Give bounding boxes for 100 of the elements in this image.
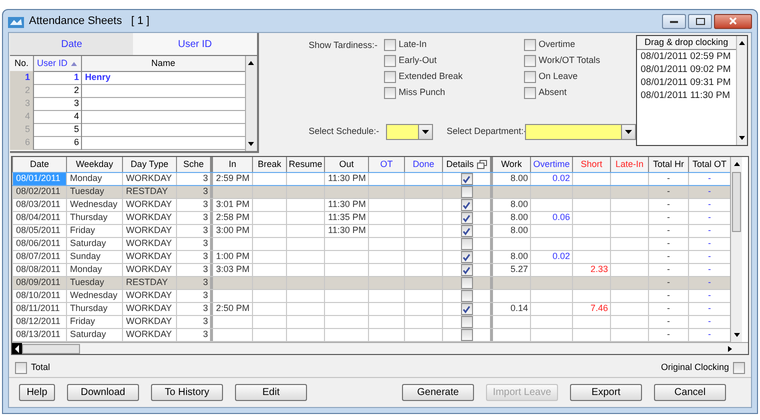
scroll-down-icon[interactable] bbox=[247, 140, 256, 148]
close-button[interactable] bbox=[714, 14, 752, 28]
table-cell: 3:01 PM bbox=[216, 199, 250, 211]
scroll-up-icon[interactable] bbox=[732, 160, 740, 168]
clocking-header[interactable]: Drag & drop clocking bbox=[636, 36, 736, 50]
scroll-down-icon[interactable] bbox=[738, 134, 746, 142]
checkbox[interactable] bbox=[384, 71, 396, 83]
scrollbar[interactable] bbox=[244, 56, 257, 151]
table-cell: WORKDAY bbox=[126, 303, 172, 315]
table-cell: - bbox=[667, 186, 670, 198]
checkbox[interactable] bbox=[460, 303, 472, 315]
table-cell: 2.33 bbox=[590, 264, 608, 276]
dropdown[interactable] bbox=[386, 124, 433, 140]
checkbox[interactable] bbox=[524, 71, 536, 83]
checkbox[interactable] bbox=[524, 87, 536, 99]
dropdown[interactable] bbox=[524, 124, 636, 140]
scroll-up-icon[interactable] bbox=[738, 39, 746, 47]
sort-icon bbox=[70, 62, 77, 66]
table-cell: 3 bbox=[202, 316, 208, 328]
table-cell: Wednesday bbox=[70, 199, 118, 211]
scroll-left-icon[interactable] bbox=[14, 344, 20, 352]
maximize-button[interactable] bbox=[688, 14, 712, 28]
checkbox[interactable] bbox=[460, 277, 472, 289]
table-cell: WORKDAY bbox=[126, 225, 172, 237]
action-button[interactable]: Export bbox=[570, 384, 642, 401]
table-cell: 08/01/2011 bbox=[16, 173, 60, 185]
checkbox[interactable] bbox=[460, 225, 472, 237]
table-cell: 08/07/2011 bbox=[16, 251, 60, 263]
table-cell: WORKDAY bbox=[126, 212, 172, 224]
table-cell: - bbox=[667, 173, 670, 185]
checkbox-label: Early-Out bbox=[398, 54, 437, 68]
scroll-thumb[interactable] bbox=[22, 344, 80, 354]
action-button[interactable]: Generate bbox=[402, 384, 474, 401]
scroll-up-icon[interactable] bbox=[247, 59, 256, 67]
scroll-thumb[interactable] bbox=[732, 172, 741, 232]
table-cell: - bbox=[667, 238, 670, 250]
table-cell: 5 bbox=[34, 123, 82, 137]
table-cell: 8.00 bbox=[510, 212, 528, 224]
checkbox[interactable] bbox=[460, 186, 472, 198]
checkbox[interactable] bbox=[460, 329, 472, 341]
caret-icon bbox=[422, 130, 429, 134]
clocking-item[interactable]: 08/01/2011 02:59 PM bbox=[636, 50, 736, 63]
checkbox[interactable] bbox=[384, 39, 396, 51]
table-cell: 3 bbox=[202, 251, 208, 263]
checkbox[interactable] bbox=[460, 316, 472, 328]
column-header[interactable]: Name bbox=[82, 56, 245, 71]
clocking-item[interactable]: 08/01/2011 11:30 PM bbox=[636, 89, 736, 102]
checkbox[interactable] bbox=[524, 39, 536, 51]
checkbox[interactable] bbox=[460, 212, 472, 224]
tab[interactable]: User ID bbox=[133, 33, 257, 55]
table-cell: 11:30 PM bbox=[328, 199, 366, 211]
table-cell: - bbox=[667, 225, 670, 237]
checkbox[interactable] bbox=[460, 173, 472, 185]
checkbox[interactable] bbox=[460, 251, 472, 263]
table-cell: - bbox=[667, 277, 670, 289]
checkbox[interactable] bbox=[733, 362, 745, 374]
clocking-item[interactable]: 08/01/2011 09:02 PM bbox=[636, 63, 736, 76]
table-cell: - bbox=[667, 303, 670, 315]
clocking-list[interactable]: Drag & drop clocking 08/01/2011 02:59 PM 08/01/2011 09:02 PM 08/01/2011 09:31 PM 08/01/2011 11:30 PM bbox=[636, 35, 748, 146]
action-button[interactable]: Edit bbox=[235, 384, 307, 401]
caret-icon bbox=[624, 130, 632, 134]
table-cell: - bbox=[708, 251, 711, 263]
table-cell: 8.00 bbox=[510, 199, 528, 211]
minimize-button[interactable] bbox=[662, 14, 686, 28]
scrollbar[interactable] bbox=[730, 157, 742, 342]
action-button[interactable]: Help bbox=[19, 384, 55, 401]
column-header[interactable]: User ID bbox=[34, 56, 82, 71]
row-number: 2 bbox=[10, 84, 34, 98]
tab[interactable]: Date bbox=[10, 33, 134, 55]
table-cell: 3 bbox=[202, 225, 208, 237]
table-cell: 1:00 PM bbox=[216, 251, 250, 263]
checkbox[interactable] bbox=[460, 199, 472, 211]
checkbox[interactable] bbox=[460, 238, 472, 250]
table-cell: Thursday bbox=[70, 212, 108, 224]
table-cell: 08/04/2011 bbox=[16, 212, 60, 224]
table-cell: 4 bbox=[34, 110, 82, 124]
checkbox[interactable] bbox=[460, 290, 472, 302]
checkbox[interactable] bbox=[384, 87, 396, 99]
action-button[interactable]: Cancel bbox=[654, 384, 726, 401]
department-label: Select Department:- bbox=[446, 125, 525, 138]
clocking-item[interactable]: 08/01/2011 09:31 PM bbox=[636, 76, 736, 89]
checkbox[interactable] bbox=[384, 55, 396, 67]
table-cell: - bbox=[708, 277, 711, 289]
table-cell: - bbox=[667, 264, 670, 276]
checkbox[interactable] bbox=[524, 55, 536, 67]
table-cell: Saturday bbox=[70, 329, 106, 341]
scroll-right-icon[interactable] bbox=[726, 344, 734, 352]
action-button[interactable]: To History bbox=[151, 384, 223, 401]
table-cell: 3 bbox=[202, 186, 208, 198]
scroll-down-icon[interactable] bbox=[732, 331, 740, 339]
table-cell: Friday bbox=[70, 316, 96, 328]
checkbox[interactable] bbox=[460, 264, 472, 276]
checkbox[interactable] bbox=[15, 362, 27, 374]
action-button[interactable]: Download bbox=[67, 384, 139, 401]
horizontal-scrollbar[interactable] bbox=[12, 342, 748, 354]
checkbox-label: Extended Break bbox=[398, 70, 463, 84]
scrollbar[interactable] bbox=[736, 36, 747, 145]
checkbox-label: Work/OT Totals bbox=[538, 54, 600, 68]
table-cell: - bbox=[708, 303, 711, 315]
table-cell: 3:00 PM bbox=[216, 225, 250, 237]
